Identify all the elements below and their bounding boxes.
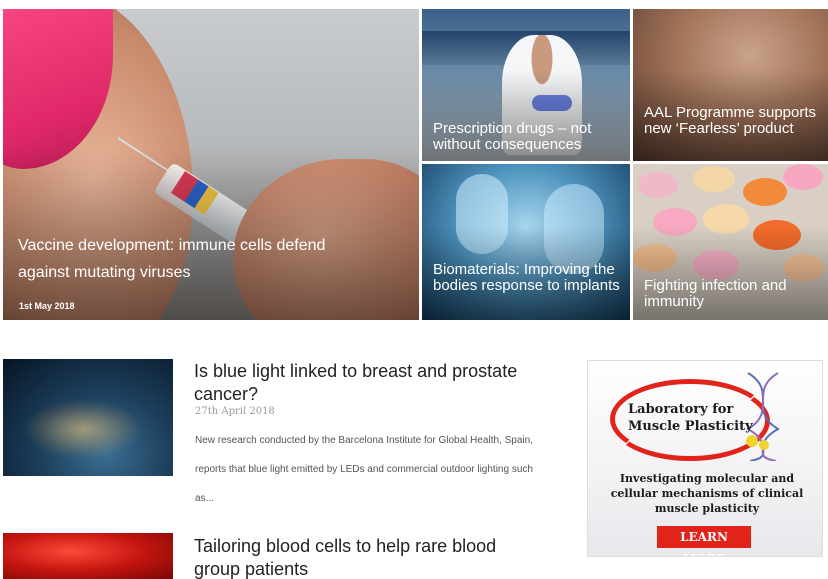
hero-date: 1st May 2018 [19,301,75,311]
tile-title[interactable]: Fighting infection and immunity [644,278,828,310]
story-title[interactable]: Is blue light linked to breast and prost… [194,360,544,406]
story-date: 27th April 2018 [195,406,275,417]
tile-overlay [422,164,630,320]
story-thumbnail-earth[interactable] [3,359,173,476]
tile-title[interactable]: Biomaterials: Improving the bodies respo… [433,262,623,294]
tile-title[interactable]: Prescription drugs – not without consequ… [433,121,623,153]
tile-title[interactable]: AAL Programme supports new ‘Fearless’ pr… [644,105,828,137]
story-title[interactable]: Tailoring blood cells to help rare blood… [194,535,544,579]
story-thumbnail-blood-cells[interactable] [3,533,173,579]
story-thumbnail-city-lights [23,399,143,459]
tile-prescription-drugs[interactable]: Prescription drugs – not without consequ… [422,9,630,161]
hero-article[interactable]: Vaccine development: immune cells defend… [3,9,419,320]
advertisement-banner[interactable]: Laboratory for Muscle Plasticity Investi… [587,360,823,557]
ad-subtitle: Investigating molecular and cellular mec… [610,472,804,515]
story-excerpt: New research conducted by the Barcelona … [195,435,533,504]
hero-title[interactable]: Vaccine development: immune cells defend… [18,232,358,286]
learn-more-button[interactable]: LEARN MORE [657,526,751,556]
tile-aal-programme[interactable]: AAL Programme supports new ‘Fearless’ pr… [633,9,828,161]
ad-title: Laboratory for Muscle Plasticity [628,402,753,434]
tile-overlay [633,9,828,161]
tile-biomaterials[interactable]: Biomaterials: Improving the bodies respo… [422,164,630,320]
tile-fighting-infection[interactable]: Fighting infection and immunity [633,164,828,320]
